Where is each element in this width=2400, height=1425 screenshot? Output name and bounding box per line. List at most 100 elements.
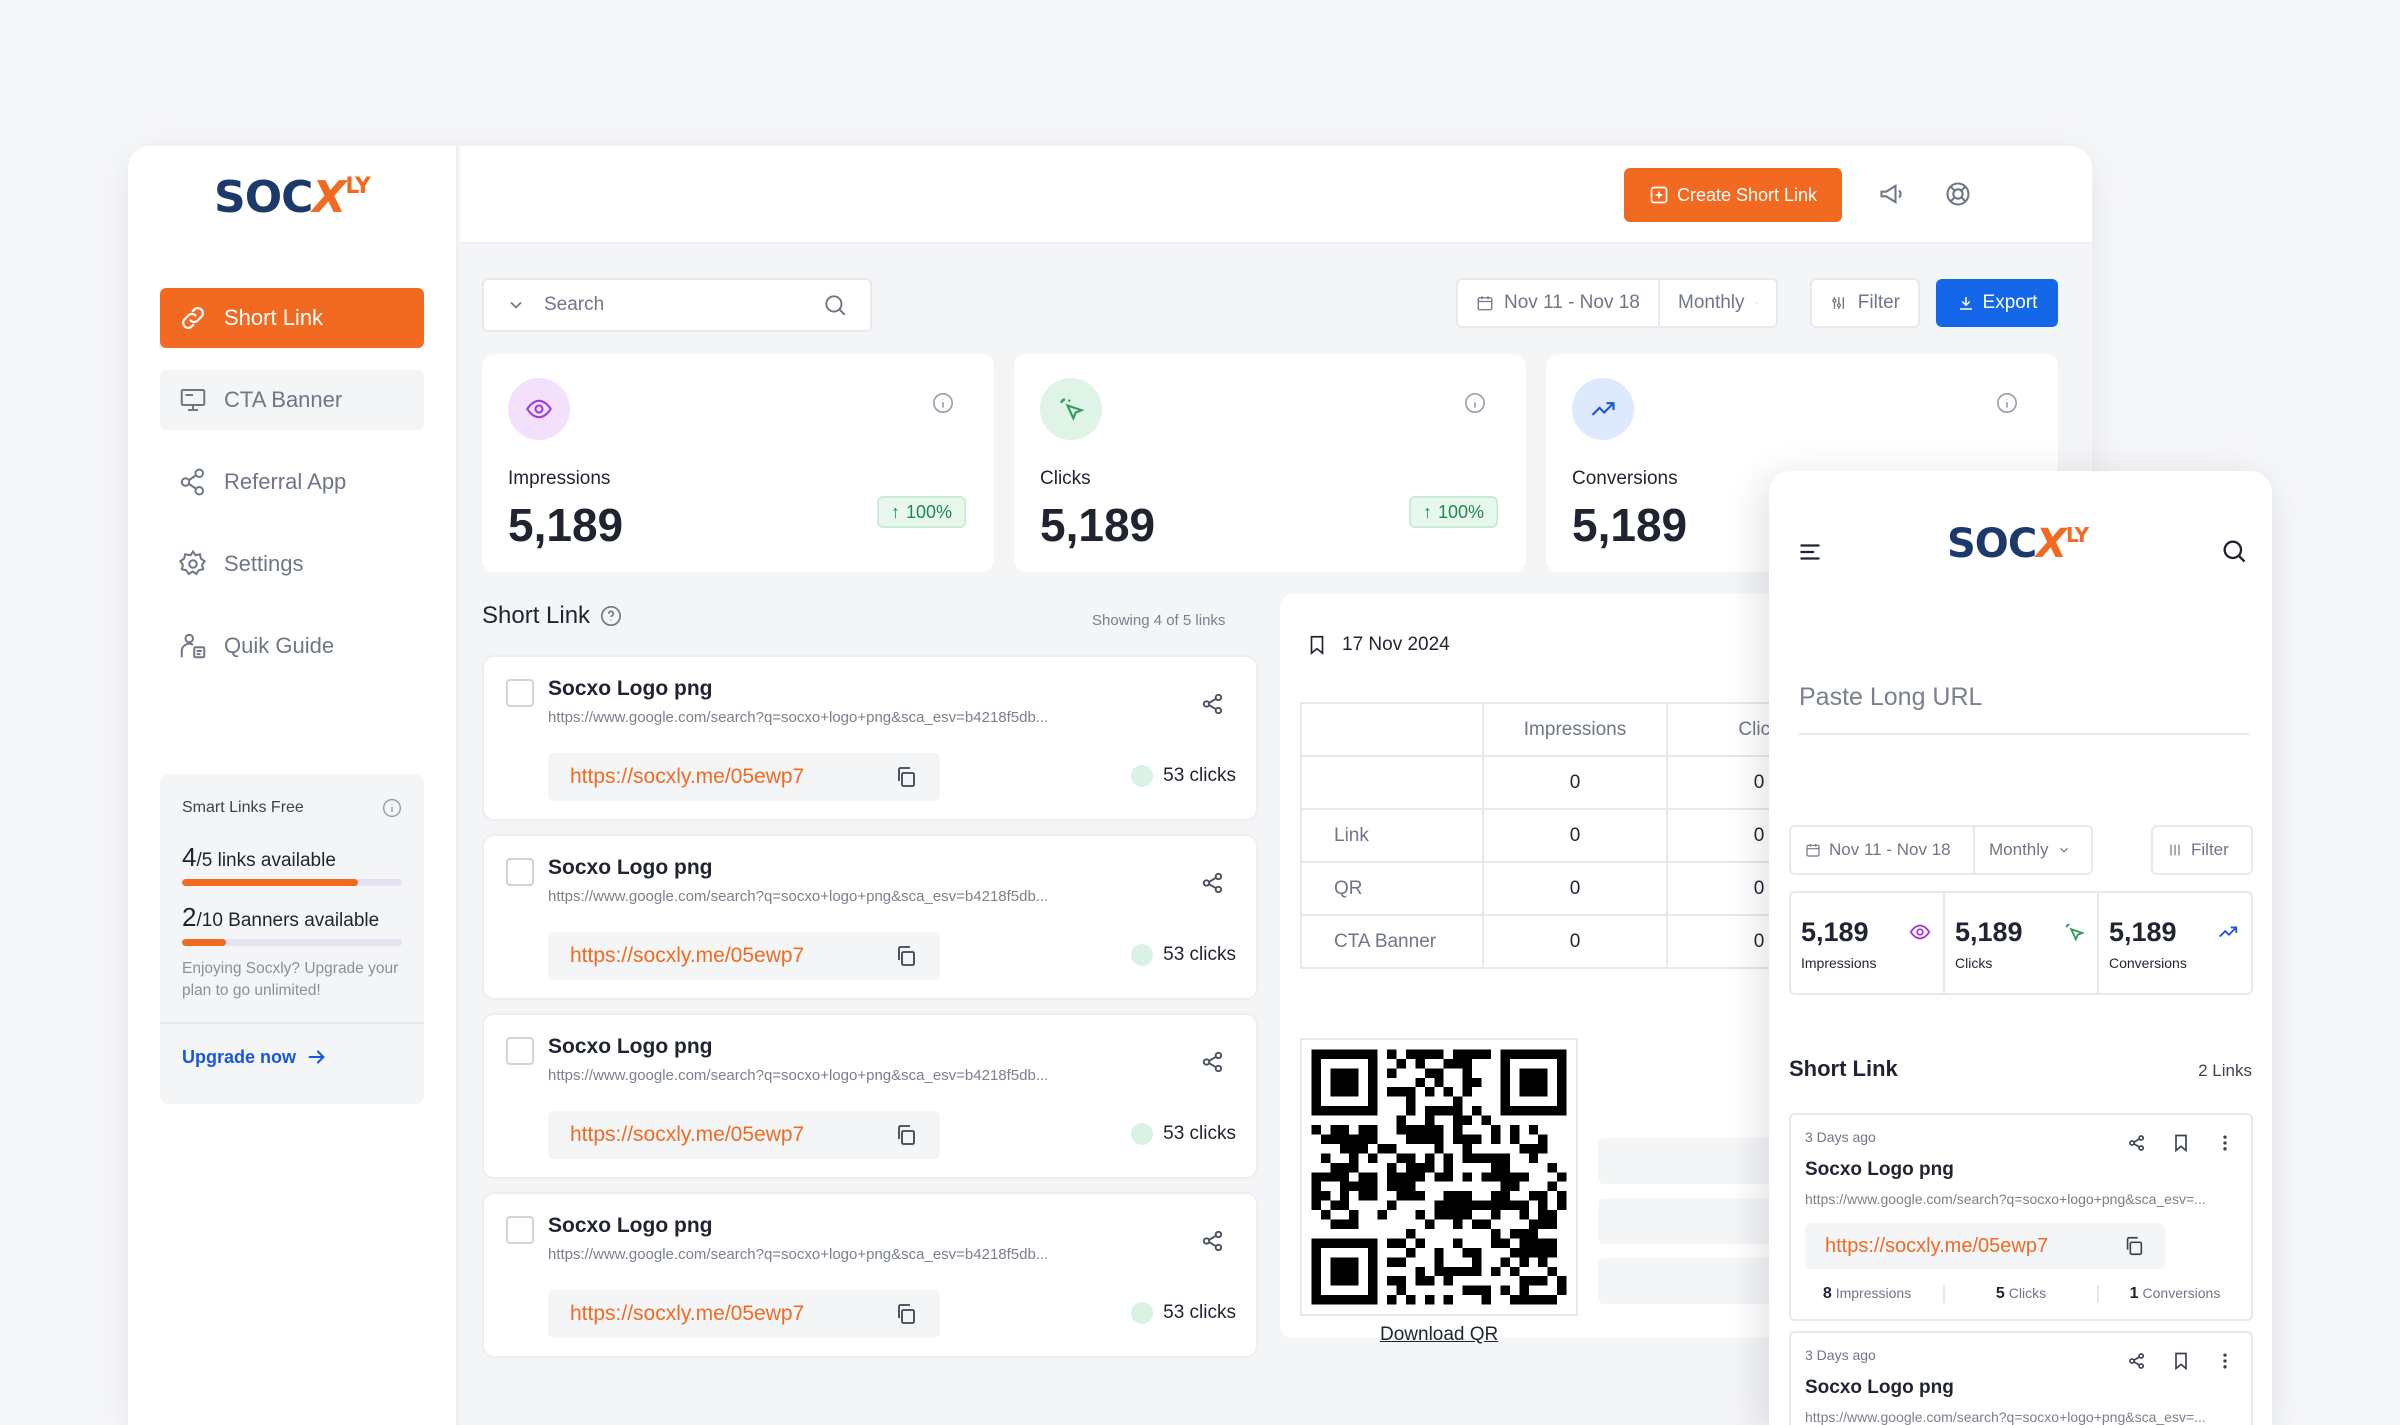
share-icon[interactable] bbox=[2127, 1133, 2147, 1153]
upgrade-note: Enjoying Socxly? Upgrade your plan to go… bbox=[182, 960, 399, 999]
search-icon[interactable] bbox=[822, 292, 848, 318]
sidebar-item-referral-app[interactable]: Referral App bbox=[160, 452, 424, 512]
search-field[interactable]: Search bbox=[482, 278, 872, 332]
links-progress-fill bbox=[182, 879, 358, 886]
link-card[interactable]: Socxo Logo png https://www.google.com/se… bbox=[482, 1013, 1258, 1179]
sidebar-item-short-link[interactable]: Short Link bbox=[160, 288, 424, 348]
period-select[interactable]: Monthly bbox=[1973, 825, 2093, 875]
period-select[interactable]: Monthly bbox=[1658, 278, 1778, 328]
select-checkbox[interactable] bbox=[506, 1037, 534, 1065]
short-url-field[interactable]: https://socxly.me/05ewp7 bbox=[548, 753, 940, 801]
short-url-field[interactable]: https://socxly.me/05ewp7 bbox=[548, 932, 940, 980]
filter-button[interactable]: Filter bbox=[1810, 278, 1920, 328]
metric-impressions: 8 Impressions bbox=[1791, 1285, 1945, 1303]
link-card[interactable]: Socxo Logo png https://www.google.com/se… bbox=[482, 1192, 1258, 1358]
export-button[interactable]: Export bbox=[1936, 279, 2058, 327]
card-actions bbox=[2127, 1133, 2235, 1153]
copy-icon[interactable] bbox=[894, 1123, 918, 1147]
sidebar-item-quik-guide[interactable]: Quik Guide bbox=[160, 616, 424, 676]
gear-icon bbox=[178, 549, 207, 576]
share-icon[interactable] bbox=[1200, 870, 1226, 896]
short-url-field[interactable]: https://socxly.me/05ewp7 bbox=[548, 1111, 940, 1159]
megaphone-icon[interactable] bbox=[1878, 180, 1906, 208]
sidebar-item-label: Referral App bbox=[224, 469, 347, 494]
arrow-up-icon: ↑ bbox=[1422, 501, 1432, 522]
monitor-icon bbox=[180, 389, 206, 411]
info-icon[interactable] bbox=[382, 798, 402, 818]
link-card[interactable]: Socxo Logo png https://www.google.com/se… bbox=[482, 834, 1258, 1000]
upgrade-now-link[interactable]: Upgrade now bbox=[182, 1046, 402, 1068]
create-short-link-button[interactable]: Create Short Link bbox=[1624, 168, 1842, 222]
plan-title-row: Smart Links Free bbox=[182, 798, 402, 818]
table-cell: 0 bbox=[1482, 755, 1668, 810]
search-input[interactable]: Search bbox=[544, 294, 604, 316]
paste-long-url-input[interactable]: Paste Long URL bbox=[1799, 683, 2249, 735]
info-icon[interactable] bbox=[1464, 392, 1486, 414]
table-cell bbox=[1300, 755, 1484, 810]
links-available: 4/5 links available bbox=[182, 842, 336, 872]
status-dot bbox=[1131, 1123, 1154, 1145]
table-cell: 0 bbox=[1482, 808, 1668, 863]
menu-icon[interactable] bbox=[1797, 539, 1823, 565]
link-long-url: https://www.google.com/search?q=socxo+lo… bbox=[548, 1067, 1049, 1084]
short-url[interactable]: https://socxly.me/05ewp7 bbox=[570, 944, 804, 968]
select-checkbox[interactable] bbox=[506, 679, 534, 707]
short-url-field[interactable]: https://socxly.me/05ewp7 bbox=[548, 1290, 940, 1338]
short-url-field[interactable]: https://socxly.me/05ewp7 bbox=[1805, 1223, 2165, 1269]
share-icon[interactable] bbox=[1200, 691, 1226, 717]
select-checkbox[interactable] bbox=[506, 1216, 534, 1244]
link-name: Socxo Logo png bbox=[548, 677, 713, 700]
select-checkbox[interactable] bbox=[506, 858, 534, 886]
help-circle-icon[interactable] bbox=[600, 605, 622, 627]
info-icon[interactable] bbox=[1996, 392, 2018, 414]
more-vertical-icon[interactable] bbox=[2215, 1351, 2235, 1371]
chevron-down-icon bbox=[2059, 847, 2068, 853]
share-icon[interactable] bbox=[1200, 1228, 1226, 1254]
filter-button[interactable]: Filter bbox=[2151, 825, 2253, 875]
download-icon bbox=[1959, 297, 1972, 310]
mobile-link-card[interactable]: 3 Days ago Socxo Logo png https://www.go… bbox=[1789, 1113, 2253, 1321]
qr-code-image bbox=[1302, 1040, 1576, 1314]
bookmark-icon[interactable] bbox=[2171, 1351, 2191, 1371]
table-cell: 0 bbox=[1482, 914, 1668, 969]
download-qr-link[interactable]: Download QR bbox=[1380, 1324, 1498, 1346]
date-range-picker[interactable]: Nov 11 - Nov 18 bbox=[1789, 825, 1975, 875]
search-icon[interactable] bbox=[2220, 537, 2248, 565]
table-header: Impressions bbox=[1482, 702, 1668, 757]
short-url[interactable]: https://socxly.me/05ewp7 bbox=[570, 765, 804, 789]
stat-card-clicks: Clicks 5,189 ↑ 100% bbox=[1014, 354, 1526, 572]
short-url[interactable]: https://socxly.me/05ewp7 bbox=[570, 1302, 804, 1326]
mobile-link-card[interactable]: 3 Days ago Socxo Logo png https://www.go… bbox=[1789, 1331, 2253, 1425]
copy-icon[interactable] bbox=[894, 765, 918, 789]
chevron-down-icon[interactable] bbox=[506, 295, 526, 315]
change-badge: ↑ 100% bbox=[876, 496, 966, 528]
copy-icon[interactable] bbox=[894, 944, 918, 968]
link-card[interactable]: Socxo Logo png https://www.google.com/se… bbox=[482, 655, 1258, 821]
copy-icon[interactable] bbox=[894, 1302, 918, 1326]
link-long-url: https://www.google.com/search?q=socxo+lo… bbox=[1805, 1409, 2206, 1425]
bookmark-icon[interactable] bbox=[2171, 1133, 2191, 1153]
socxly-logo[interactable]: SOCXLY bbox=[1947, 521, 2089, 567]
sidebar-item-settings[interactable]: Settings bbox=[160, 534, 424, 594]
more-vertical-icon[interactable] bbox=[2215, 1133, 2235, 1153]
share-icon[interactable] bbox=[2127, 1351, 2147, 1371]
section-title: Short Link bbox=[1789, 1056, 1898, 1081]
table-cell: 0 bbox=[1482, 861, 1668, 916]
bookmark-icon[interactable] bbox=[1306, 634, 1328, 656]
short-url[interactable]: https://socxly.me/05ewp7 bbox=[1825, 1235, 2048, 1258]
share-icon[interactable] bbox=[1200, 1049, 1226, 1075]
stat-value: 5,189 bbox=[1955, 917, 2023, 947]
copy-icon[interactable] bbox=[2123, 1235, 2145, 1257]
info-icon[interactable] bbox=[932, 392, 954, 414]
sidebar-nav: Short Link CTA Banner Referral App Setti… bbox=[160, 288, 424, 698]
date-range-picker[interactable]: Nov 11 - Nov 18 bbox=[1456, 278, 1660, 328]
sidebar-item-cta-banner[interactable]: CTA Banner bbox=[160, 370, 424, 430]
help-lifebuoy-icon[interactable] bbox=[1944, 180, 1972, 208]
link-icon bbox=[182, 307, 204, 329]
socxly-logo[interactable]: SOCXLY bbox=[214, 172, 371, 223]
banners-progress-bar bbox=[182, 939, 402, 946]
link-name: Socxo Logo png bbox=[1805, 1159, 1954, 1180]
sidebar: SOCXLY Short Link CTA Banner Referral Ap… bbox=[128, 146, 458, 1425]
stat-value: 5,189 bbox=[508, 499, 624, 551]
short-url[interactable]: https://socxly.me/05ewp7 bbox=[570, 1123, 804, 1147]
